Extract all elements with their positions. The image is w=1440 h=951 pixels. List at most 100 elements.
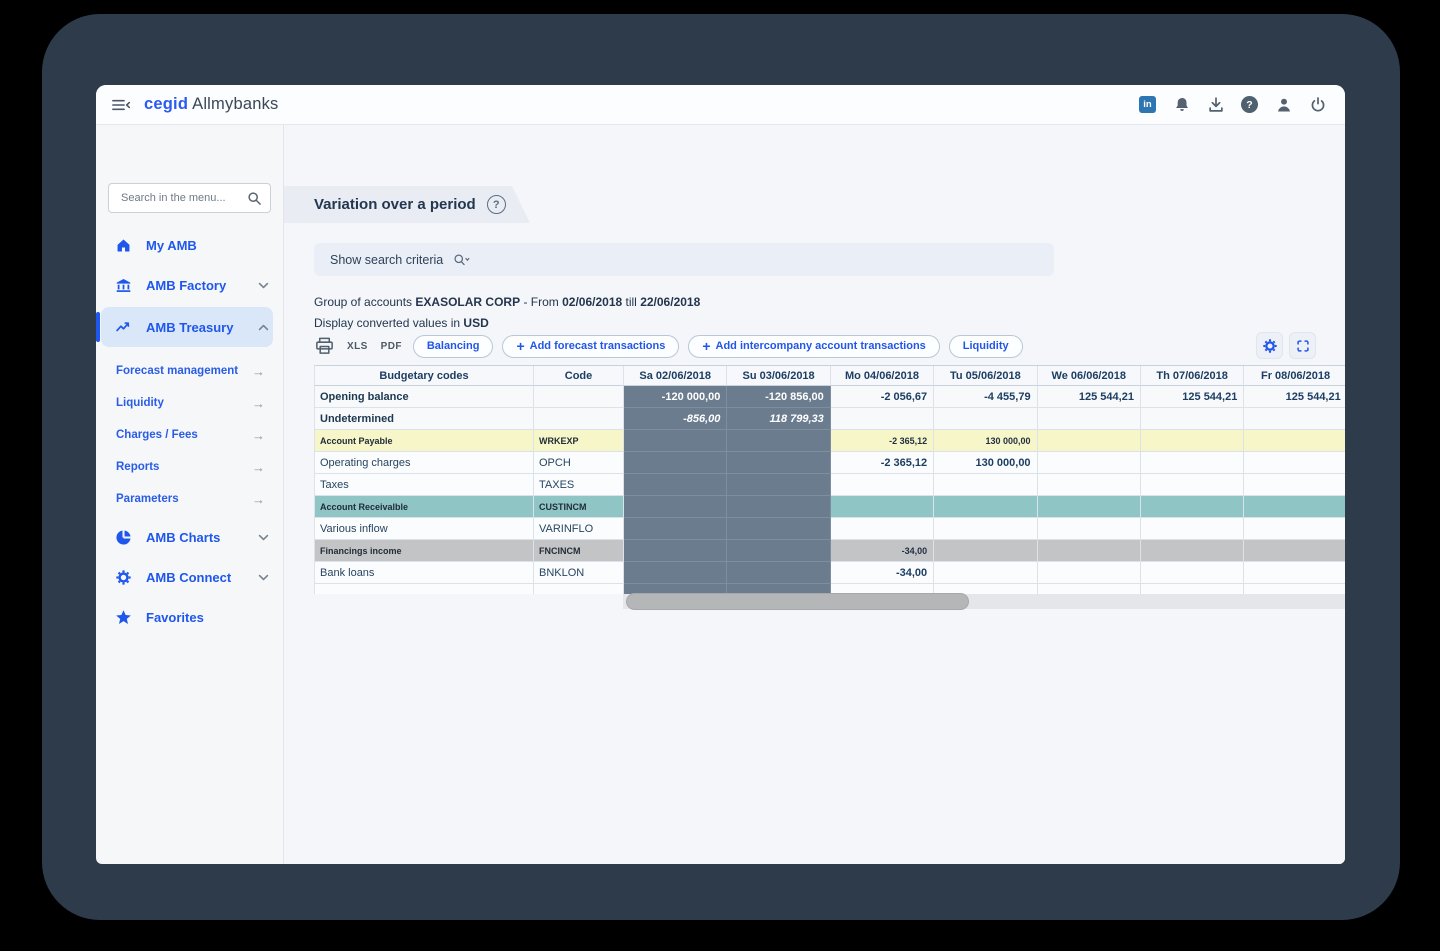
value-cell[interactable] [1038, 408, 1141, 430]
sidebar-item-my-amb[interactable]: My AMB [96, 225, 283, 265]
value-cell[interactable] [831, 408, 934, 430]
value-cell[interactable] [727, 496, 830, 518]
value-cell[interactable] [934, 496, 1037, 518]
value-cell[interactable] [727, 562, 830, 584]
value-cell[interactable] [1141, 474, 1244, 496]
value-cell[interactable] [624, 474, 727, 496]
row-label[interactable] [315, 584, 534, 594]
value-cell[interactable] [624, 562, 727, 584]
sidebar-item-amb-factory[interactable]: AMB Factory [96, 265, 283, 305]
column-header[interactable]: Tu 05/06/2018 [934, 366, 1037, 386]
value-cell[interactable] [1141, 452, 1244, 474]
row-label[interactable]: Opening balance [315, 386, 534, 408]
value-cell[interactable] [1244, 430, 1345, 452]
linkedin-icon[interactable]: in [1138, 95, 1157, 114]
value-cell[interactable] [1244, 584, 1345, 594]
sidebar-item-amb-treasury[interactable]: AMB Treasury [96, 307, 283, 347]
fullscreen-icon[interactable] [1289, 332, 1316, 359]
value-cell[interactable] [934, 518, 1037, 540]
horizontal-scrollbar-thumb[interactable] [626, 593, 969, 610]
power-icon[interactable] [1308, 95, 1327, 114]
row-code[interactable] [534, 386, 624, 408]
value-cell[interactable]: 125 544,21 [1244, 386, 1345, 408]
value-cell[interactable] [1038, 540, 1141, 562]
value-cell[interactable] [831, 518, 934, 540]
value-cell[interactable] [934, 408, 1037, 430]
row-label[interactable]: Bank loans [315, 562, 534, 584]
value-cell[interactable]: 125 544,21 [1038, 386, 1141, 408]
sidebar-item-favorites[interactable]: Favorites [96, 597, 283, 637]
column-header[interactable]: Sa 02/06/2018 [624, 366, 727, 386]
row-code[interactable]: WRKEXP [534, 430, 624, 452]
row-label[interactable]: Financings income [315, 540, 534, 562]
value-cell[interactable] [624, 452, 727, 474]
value-cell[interactable] [624, 540, 727, 562]
value-cell[interactable] [1244, 408, 1345, 430]
value-cell[interactable] [1244, 452, 1345, 474]
show-search-criteria-bar[interactable]: Show search criteria [314, 243, 1054, 276]
value-cell[interactable]: -34,00 [831, 562, 934, 584]
value-cell[interactable]: -34,00 [831, 540, 934, 562]
value-cell[interactable]: -2 365,12 [831, 452, 934, 474]
column-header[interactable]: Fr 08/06/2018 [1244, 366, 1345, 386]
value-cell[interactable] [831, 474, 934, 496]
help-circle-icon[interactable]: ? [487, 195, 506, 214]
value-cell[interactable]: 125 544,21 [1141, 386, 1244, 408]
value-cell[interactable] [934, 474, 1037, 496]
value-cell[interactable] [624, 430, 727, 452]
submenu-item-reports[interactable]: Reports → [96, 451, 283, 483]
value-cell[interactable] [934, 540, 1037, 562]
submenu-item-charges-fees[interactable]: Charges / Fees → [96, 419, 283, 451]
bell-icon[interactable] [1172, 95, 1191, 114]
value-cell[interactable]: 130 000,00 [934, 452, 1037, 474]
value-cell[interactable]: -120 000,00 [624, 386, 727, 408]
value-cell[interactable] [624, 496, 727, 518]
value-cell[interactable] [1038, 430, 1141, 452]
value-cell[interactable]: 130 000,00 [934, 430, 1037, 452]
value-cell[interactable] [1038, 518, 1141, 540]
value-cell[interactable] [727, 452, 830, 474]
value-cell[interactable] [727, 518, 830, 540]
sidebar-item-amb-connect[interactable]: AMB Connect [96, 557, 283, 597]
value-cell[interactable] [1244, 474, 1345, 496]
value-cell[interactable]: -2 365,12 [831, 430, 934, 452]
row-label[interactable]: Undetermined [315, 408, 534, 430]
row-code[interactable]: OPCH [534, 452, 624, 474]
settings-gear-icon[interactable] [1256, 332, 1283, 359]
row-code[interactable]: VARINFLO [534, 518, 624, 540]
value-cell[interactable] [1244, 518, 1345, 540]
row-code[interactable]: FNCINCM [534, 540, 624, 562]
value-cell[interactable] [1244, 540, 1345, 562]
value-cell[interactable] [1038, 452, 1141, 474]
value-cell[interactable] [1038, 496, 1141, 518]
value-cell[interactable] [727, 430, 830, 452]
row-code[interactable]: BNKLON [534, 562, 624, 584]
column-header[interactable]: Su 03/06/2018 [727, 366, 830, 386]
value-cell[interactable] [1038, 562, 1141, 584]
value-cell[interactable] [1141, 540, 1244, 562]
value-cell[interactable] [1038, 474, 1141, 496]
column-header[interactable]: Mo 04/06/2018 [831, 366, 934, 386]
value-cell[interactable]: -2 056,67 [831, 386, 934, 408]
row-label[interactable]: Account Receivalble [315, 496, 534, 518]
download-icon[interactable] [1206, 95, 1225, 114]
value-cell[interactable] [624, 518, 727, 540]
row-label[interactable]: Various inflow [315, 518, 534, 540]
menu-search-input[interactable] [119, 191, 247, 205]
value-cell[interactable] [1244, 496, 1345, 518]
sidebar-item-amb-charts[interactable]: AMB Charts [96, 517, 283, 557]
balancing-button[interactable]: Balancing [413, 335, 494, 358]
value-cell[interactable] [1141, 496, 1244, 518]
row-label[interactable]: Operating charges [315, 452, 534, 474]
value-cell[interactable] [1141, 518, 1244, 540]
printer-icon[interactable] [314, 336, 335, 356]
column-header[interactable]: Budgetary codes [315, 366, 534, 386]
export-xls-button[interactable]: XLS [345, 341, 370, 352]
add-intercompany-transactions-button[interactable]: +Add intercompany account transactions [688, 335, 939, 358]
column-header[interactable]: Code [534, 366, 624, 386]
value-cell[interactable] [1141, 430, 1244, 452]
liquidity-button[interactable]: Liquidity [949, 335, 1023, 358]
value-cell[interactable] [934, 562, 1037, 584]
row-code[interactable]: CUSTINCM [534, 496, 624, 518]
row-code[interactable] [534, 584, 624, 594]
